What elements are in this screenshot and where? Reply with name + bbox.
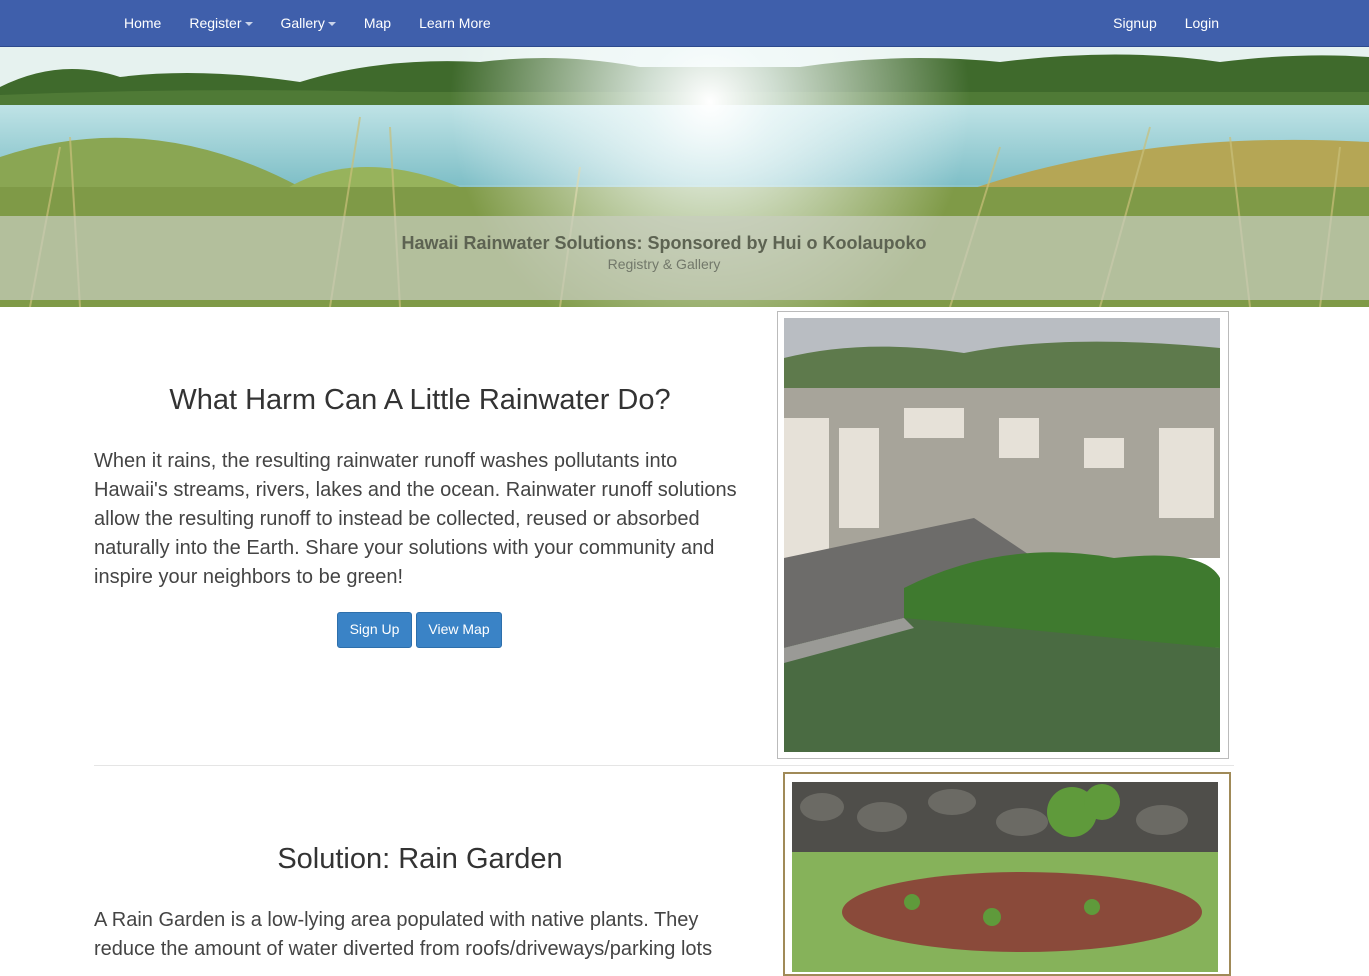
nav-register-label: Register	[189, 15, 242, 31]
section-divider	[94, 765, 1234, 766]
caret-down-icon	[244, 22, 253, 26]
hero-subtitle: Registry & Gallery	[607, 256, 721, 272]
section-heading-rainwater-harm: What Harm Can A Little Rainwater Do?	[169, 384, 671, 416]
section-body-rainwater-harm: When it rains, the resulting rainwater r…	[94, 450, 737, 588]
nav-signup-label: Signup	[1113, 15, 1157, 31]
nav-learn-more-label: Learn More	[419, 15, 491, 31]
nav-gallery-label: Gallery	[280, 15, 325, 31]
sign-up-button[interactable]: Sign Up	[337, 612, 412, 648]
hero-banner: Hawaii Rainwater Solutions: Sponsored by…	[0, 47, 1369, 307]
nav-right-menu: Signup Login	[1099, 0, 1233, 46]
nav-map-label: Map	[363, 15, 392, 31]
rain-garden-photo	[792, 782, 1218, 972]
nav-register-dropdown[interactable]: Register	[175, 0, 266, 46]
nav-login-label: Login	[1184, 15, 1219, 31]
nav-map[interactable]: Map	[350, 0, 405, 46]
nav-signup[interactable]: Signup	[1099, 0, 1171, 46]
nav-login[interactable]: Login	[1171, 0, 1233, 46]
city-photo-frame	[777, 311, 1229, 759]
view-map-button[interactable]: View Map	[416, 612, 502, 648]
nav-home[interactable]: Home	[110, 0, 175, 46]
caret-down-icon	[327, 22, 336, 26]
section-heading-rain-garden: Solution: Rain Garden	[277, 843, 563, 875]
nav-home-label: Home	[124, 15, 162, 31]
city-canal-photo	[784, 318, 1220, 752]
top-navbar: Home Register Gallery Map Learn More Sig…	[0, 0, 1369, 47]
nav-left-menu: Home Register Gallery Map Learn More	[110, 0, 505, 46]
rain-garden-photo-frame	[783, 772, 1231, 976]
nav-learn-more[interactable]: Learn More	[405, 0, 505, 46]
section-body-rain-garden: A Rain Garden is a low-lying area popula…	[94, 909, 713, 960]
nav-gallery-dropdown[interactable]: Gallery	[267, 0, 350, 46]
hero-title: Hawaii Rainwater Solutions: Sponsored by…	[401, 233, 927, 253]
